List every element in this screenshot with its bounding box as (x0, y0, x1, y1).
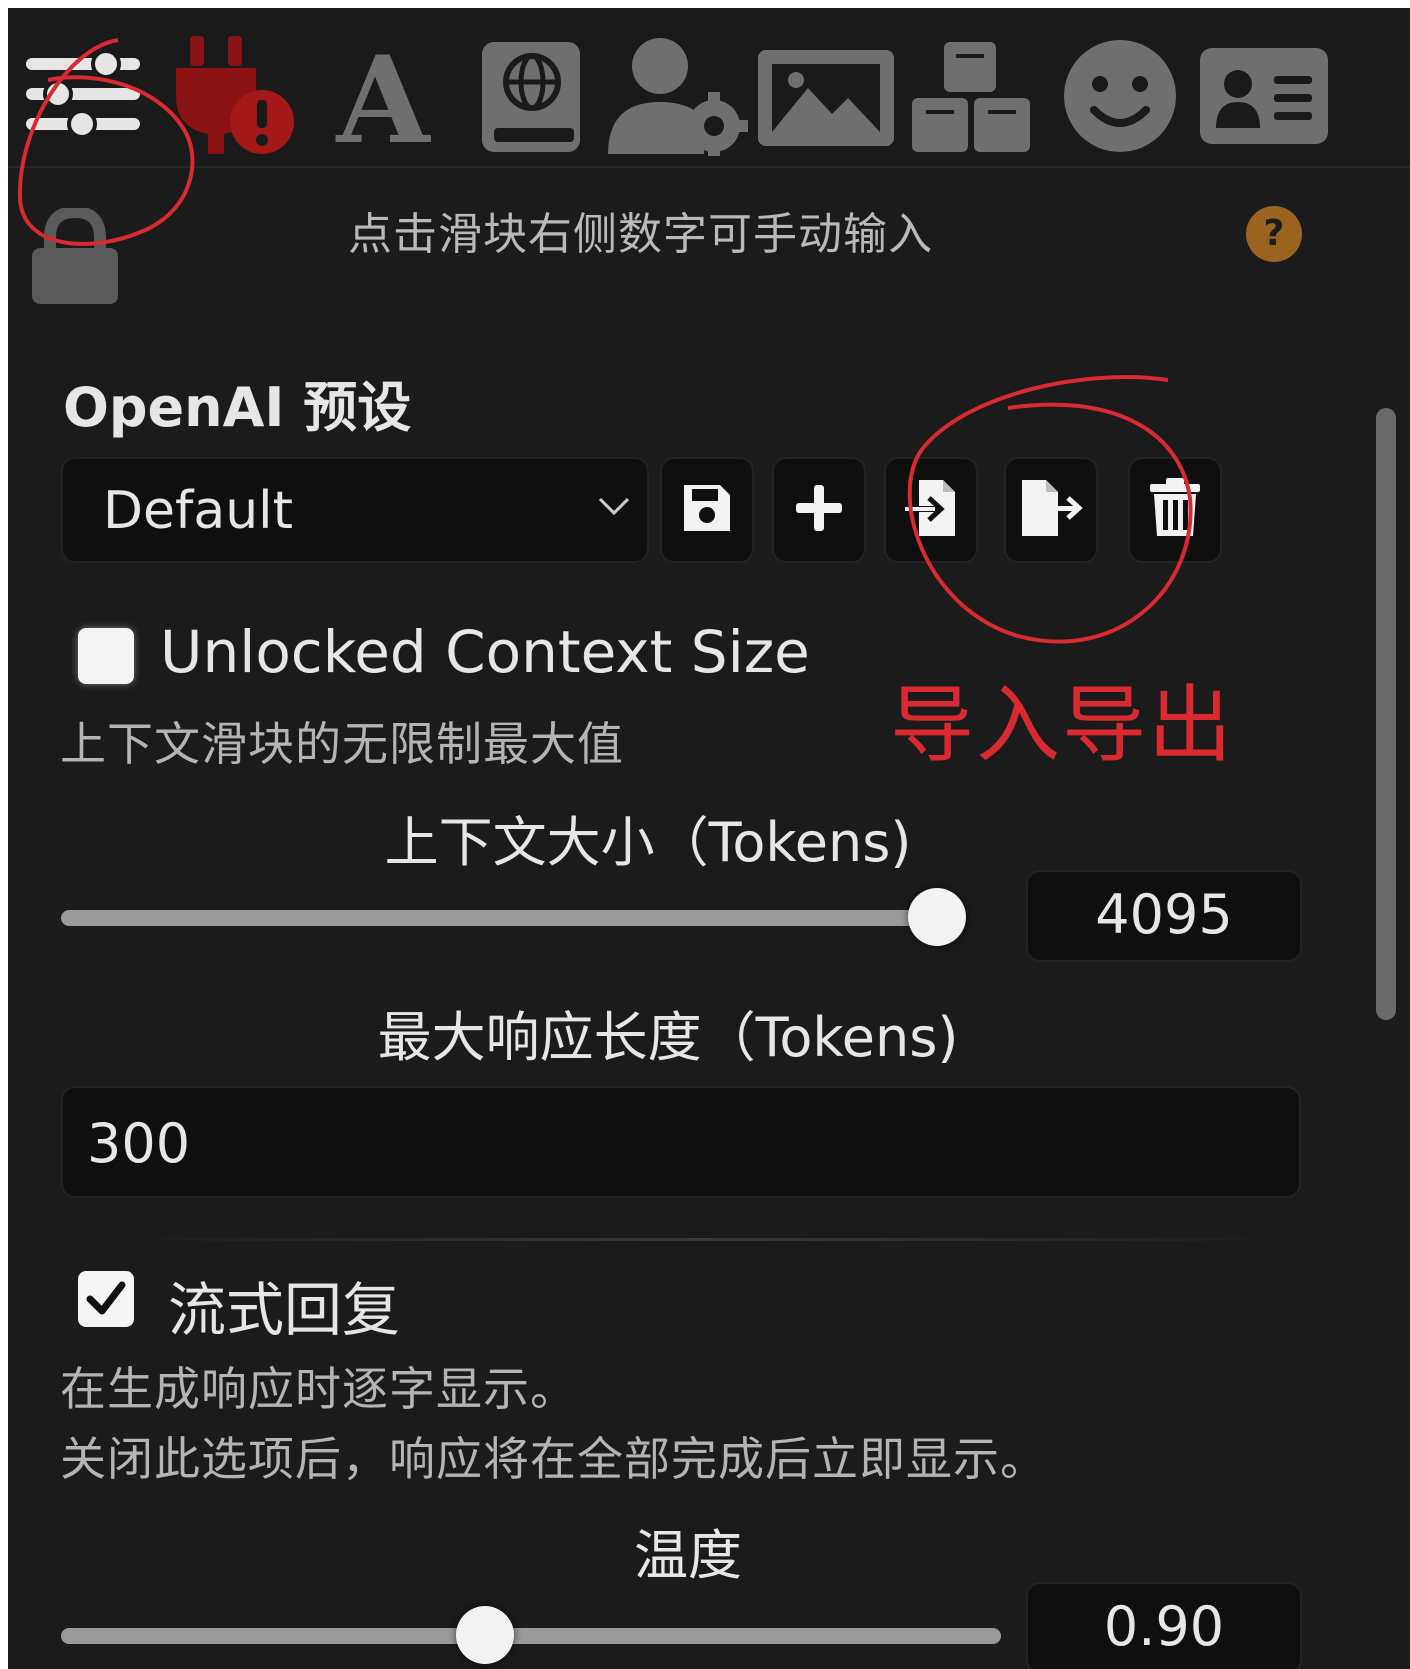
chevron-down-icon (597, 495, 631, 521)
file-export-icon (1016, 476, 1086, 544)
smiley-icon[interactable] (1060, 36, 1180, 156)
settings-panel: A 点击滑块右侧数字可手动输入 ? OpenAI 预设 Default Unlo… (8, 8, 1410, 1669)
section-divider (118, 1238, 1288, 1241)
save-icon (680, 481, 734, 539)
preset-select[interactable]: Default (61, 457, 649, 563)
delete-preset-button[interactable] (1128, 457, 1222, 563)
preset-section-title: OpenAI 预设 (63, 376, 412, 439)
export-preset-button[interactable] (1004, 457, 1098, 563)
streaming-checkbox[interactable] (78, 1271, 134, 1327)
font-a-icon[interactable]: A (328, 36, 438, 156)
streaming-description-line1: 在生成响应时逐字显示。 (60, 1362, 577, 1416)
temperature-slider[interactable] (61, 1628, 1001, 1644)
plug-warning-icon[interactable] (168, 36, 298, 156)
world-book-icon[interactable] (480, 36, 584, 156)
streaming-label: 流式回复 (168, 1276, 401, 1344)
image-icon[interactable] (756, 36, 896, 156)
slider-hint-text: 点击滑块右侧数字可手动输入 (348, 209, 933, 260)
cubes-icon[interactable] (906, 36, 1036, 156)
scrollbar[interactable] (1376, 408, 1396, 1020)
max-response-label: 最大响应长度（Tokens) (377, 1006, 959, 1069)
checkmark-icon (86, 1281, 126, 1315)
help-icon[interactable]: ? (1246, 206, 1302, 262)
top-toolbar: A (8, 8, 1410, 168)
import-preset-button[interactable] (884, 457, 978, 563)
svg-text:A: A (335, 36, 431, 156)
import-export-annotation: 导入导出 (890, 676, 1235, 774)
trash-icon (1148, 478, 1202, 542)
context-size-label: 上下文大小（Tokens) (384, 811, 912, 874)
context-size-slider[interactable] (61, 910, 941, 926)
new-preset-button[interactable] (772, 457, 866, 563)
max-response-input[interactable]: 300 (61, 1086, 1301, 1198)
temperature-label: 温度 (634, 1524, 742, 1587)
unlocked-context-checkbox[interactable] (78, 628, 134, 684)
lock-icon[interactable] (30, 205, 120, 308)
save-preset-button[interactable] (660, 457, 754, 563)
context-size-input[interactable]: 4095 (1026, 870, 1302, 962)
id-card-icon[interactable] (1198, 36, 1330, 156)
file-import-icon (899, 476, 963, 544)
sliders-icon[interactable] (22, 36, 144, 156)
temperature-slider-thumb[interactable] (456, 1606, 514, 1664)
unlocked-context-label: Unlocked Context Size (160, 618, 810, 686)
context-size-slider-thumb[interactable] (908, 888, 966, 946)
preset-selected-value: Default (103, 481, 293, 541)
unlocked-context-description: 上下文滑块的无限制最大值 (60, 717, 624, 771)
temperature-input[interactable]: 0.90 (1026, 1582, 1302, 1669)
streaming-description-line2: 关闭此选项后，响应将在全部完成后立即显示。 (60, 1432, 1047, 1486)
plus-icon (792, 481, 846, 539)
user-settings-icon[interactable] (608, 36, 748, 156)
max-response-value: 300 (87, 1112, 191, 1175)
